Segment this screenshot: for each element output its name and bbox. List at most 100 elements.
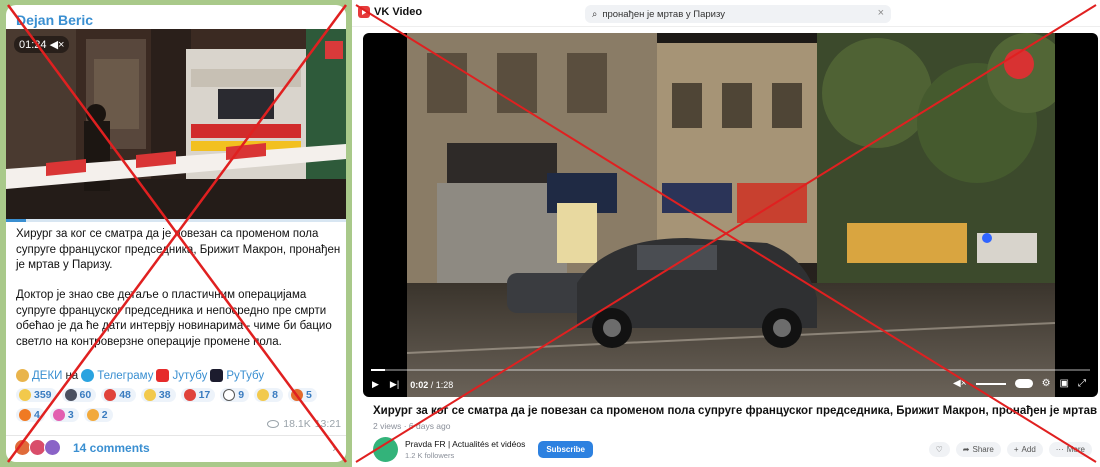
eye-icon	[267, 420, 280, 428]
volume-icon[interactable]: ◀×	[953, 378, 967, 389]
autoplay-toggle[interactable]	[1014, 379, 1033, 388]
clear-search-icon[interactable]: ×	[878, 7, 884, 19]
telegram-post-panel: Dejan Beric 01:24 ◀× Хирург за ког се см…	[0, 0, 352, 467]
thinking-icon	[19, 389, 31, 401]
reaction-count: 5	[305, 389, 312, 401]
subscribe-button[interactable]: Subscribe	[538, 441, 594, 458]
reaction-angry[interactable]: 5	[287, 388, 317, 402]
grin-icon	[143, 389, 156, 401]
post-paragraph-1: Хирург за ког се сматра да је повезан са…	[16, 228, 341, 271]
reaction-thumbs-down[interactable]: 8	[254, 388, 283, 402]
like-button[interactable]: ♡	[928, 442, 950, 457]
player-controls: ▶ ▶| 0:02 / 1:28 ◀× ⚙ ▣ ⤢	[363, 367, 1098, 397]
add-button[interactable]: + Add	[1006, 442, 1043, 457]
comments-divider	[6, 435, 346, 436]
vk-video-logo-icon	[358, 6, 370, 18]
channel-info: Pravda FR | Actualités et vidéos 1.2 K f…	[373, 437, 594, 462]
heart-icon: ♡	[935, 445, 943, 454]
reaction-count: 4	[34, 409, 40, 421]
channel-followers: 1.2 K followers	[405, 451, 455, 460]
reaction-fire[interactable]: 4	[16, 408, 45, 422]
vk-video-panel: VK Video ⌕ пронађен је мртав у Паризу ×	[352, 0, 1100, 467]
telegram-message-card: Dejan Beric 01:24 ◀× Хирург за ког се см…	[6, 5, 346, 462]
link-deki[interactable]: ДЕКИ	[32, 370, 62, 382]
player-right-controls: ◀× ⚙ ▣ ⤢	[953, 378, 1086, 389]
video-progress-fill	[6, 219, 27, 222]
player-seekbar[interactable]	[371, 369, 1090, 371]
hundred-icon	[104, 389, 117, 401]
reaction-count: 2	[101, 409, 108, 421]
reaction-count: 3	[67, 409, 74, 421]
vk-brand-label: VK Video	[374, 6, 423, 18]
channel-name[interactable]: Pravda FR | Actualités et vidéos	[405, 439, 525, 449]
post-paragraph-2: Доктор је знао све детаље о пластичним о…	[16, 289, 332, 348]
clown-icon	[52, 409, 65, 421]
video-thumbnail[interactable]: 01:24 ◀×	[6, 29, 346, 219]
video-title: Хирург за ког се сматра да је повезан са…	[373, 405, 1100, 417]
reaction-dark-circle[interactable]: 60	[61, 388, 97, 402]
video-scene	[6, 29, 346, 219]
reaction-count: 17	[198, 389, 211, 401]
reaction-count: 9	[238, 389, 245, 401]
video-stats: 2 views · 6 days ago	[373, 421, 451, 431]
reaction-count: 48	[119, 389, 131, 401]
player-left-controls: ▶ ▶| 0:02 / 1:28	[372, 379, 453, 390]
reactions-row-1: 359 60 48 38 17 9 8 5	[16, 388, 346, 402]
player-time: 0:02 / 1:28	[410, 379, 454, 390]
reaction-count: 8	[272, 389, 278, 401]
link-youtube[interactable]: Јутубу	[172, 370, 207, 382]
comments-button[interactable]: 14 comments	[14, 439, 150, 456]
post-time: 13:21	[314, 418, 341, 430]
reaction-count: 38	[158, 389, 171, 401]
eyes-icon	[223, 389, 236, 401]
comments-label: 14 comments	[73, 440, 150, 455]
telegram-logo-icon	[81, 369, 95, 382]
fire-icon	[19, 409, 31, 421]
settings-gear-icon[interactable]: ⚙	[1042, 378, 1051, 389]
dark-circle-icon	[64, 389, 77, 401]
video-frame	[407, 33, 1055, 397]
rutube-logo-icon	[210, 369, 224, 382]
next-icon[interactable]: ▶|	[390, 379, 399, 390]
vk-brand[interactable]: VK Video	[358, 6, 422, 18]
more-dots-icon: ···	[1055, 445, 1064, 454]
post-author[interactable]: Dejan Beric	[16, 12, 93, 28]
search-icon: ⌕	[592, 8, 598, 20]
reaction-grin[interactable]: 38	[140, 388, 176, 402]
link-telegram[interactable]: Телеграму	[97, 370, 153, 382]
links-on-text: на	[65, 369, 79, 382]
play-icon[interactable]: ▶	[372, 379, 379, 390]
reaction-count: 359	[34, 389, 52, 401]
video-posted: 6 days ago	[408, 421, 451, 431]
share-icon: ➦	[962, 445, 970, 454]
reaction-heart[interactable]: 17	[180, 388, 216, 402]
fullscreen-icon[interactable]: ⤢	[1078, 378, 1086, 389]
reaction-thinking[interactable]: 359	[16, 388, 57, 402]
reaction-eyes[interactable]: 9	[220, 388, 250, 402]
video-duration-badge: 01:24 ◀×	[14, 36, 70, 53]
reaction-hundred[interactable]: 48	[101, 388, 136, 402]
channel-links-row: ДЕКИ на Телеграму Јутубу РуТубу	[16, 369, 264, 382]
video-progress-bar[interactable]	[6, 219, 346, 222]
channel-text: Pravda FR | Actualités et vidéos 1.2 K f…	[405, 439, 525, 460]
angry-icon	[290, 389, 303, 401]
video-player[interactable]: ▶ ▶| 0:02 / 1:28 ◀× ⚙ ▣ ⤢	[363, 33, 1098, 397]
share-button[interactable]: ➦ Share	[955, 442, 1001, 457]
volume-slider[interactable]	[975, 382, 1006, 385]
muted-speaker-icon[interactable]: ◀×	[50, 39, 65, 51]
miniplayer-icon[interactable]: ▣	[1060, 378, 1069, 389]
link-rutube[interactable]: РуТубу	[226, 370, 264, 382]
youtube-logo-icon	[156, 369, 170, 382]
chevron-right-icon[interactable]: ›	[332, 443, 336, 455]
more-button[interactable]: ··· More	[1048, 442, 1092, 457]
reaction-party[interactable]: 2	[83, 408, 113, 422]
plus-icon: +	[1013, 445, 1019, 454]
search-input[interactable]: ⌕ пронађен је мртав у Паризу ×	[585, 5, 891, 23]
reaction-clown[interactable]: 3	[49, 408, 79, 422]
channel-avatar[interactable]	[373, 437, 398, 462]
video-duration: 01:24	[19, 39, 47, 51]
reaction-count: 60	[79, 389, 92, 401]
heart-icon	[183, 389, 196, 401]
video-actions: ♡ ➦ Share + Add ··· More	[928, 442, 1092, 457]
post-meta: 18.1K 13:21	[267, 418, 341, 430]
